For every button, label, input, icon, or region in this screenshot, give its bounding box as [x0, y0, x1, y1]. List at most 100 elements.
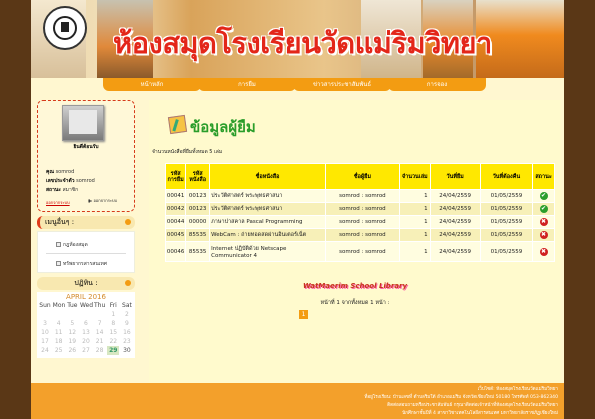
calendar-day[interactable]: 1 [107, 310, 119, 319]
cell-borrow-date: 24/04/2559 [429, 228, 481, 242]
page: ห้องสมุดโรงเรียนวัดแม่ริมวิทยา หน้าหลัก … [31, 0, 564, 419]
menu-item-resources[interactable]: ทรัพยากรสารสนเทศ [56, 260, 107, 268]
calendar-day[interactable]: 14 [94, 328, 106, 337]
calendar-day[interactable]: 25 [53, 346, 65, 355]
cell-qty: 1 [399, 228, 431, 242]
user-status-value: สมาชิก [62, 187, 79, 193]
table-row: 00045 85535 WebCam : ถ่ายทอดสดผ่านอินเตอร์… [164, 228, 555, 242]
pagination-info: หน้าที่ 1 จากทั้งหมด 1 หน้า : [320, 300, 390, 306]
calendar-day[interactable]: 8 [107, 319, 119, 328]
calendar-day[interactable]: 22 [107, 337, 119, 346]
col-title: ชื่อหนังสือ [209, 163, 326, 190]
cell-status: ✔ [532, 189, 555, 203]
table-row: 00044 00000 ภาษาปาสคาล Pascal Programming s… [164, 215, 555, 229]
table-row: 00041 00123 ประวัติศาสตร์ พระพุทธศาสนา somr… [164, 189, 555, 203]
cell-book-id: 00123 [185, 189, 211, 203]
calendar-day[interactable]: 10 [39, 328, 51, 337]
nav-home[interactable]: หน้าหลัก [103, 78, 201, 91]
calendar-day[interactable]: 20 [80, 337, 92, 346]
table-row: 00046 85535 Internet ปฏิบัติด้วย Netscape … [164, 241, 555, 262]
cell-status: ✖ [532, 228, 555, 242]
weekday-label: Sun [39, 302, 51, 309]
weekday-label: Fri [109, 302, 117, 309]
logout-icon-label: ออกจากระบบ [93, 198, 118, 203]
avatar-screen [69, 110, 97, 134]
calendar-day [94, 310, 106, 319]
col-due-date: วันที่ต้องคืน [479, 163, 534, 190]
calendar-day[interactable]: 3 [39, 319, 51, 328]
calendar-day[interactable]: 28 [94, 346, 106, 355]
cell-status: ✖ [532, 241, 555, 262]
col-borrow-date: วันที่ยืม [429, 163, 481, 190]
menu-item-rules[interactable]: กฎห้องสมุด [56, 241, 88, 249]
other-menu-title: เมนูอื่นๆ : [45, 218, 75, 226]
weekday-label: Sat [122, 302, 132, 309]
heading-dot-icon [125, 280, 131, 286]
calendar-day[interactable]: 9 [121, 319, 133, 328]
calendar-day[interactable]: 21 [94, 337, 106, 346]
calendar-day[interactable]: 19 [66, 337, 78, 346]
calendar-day[interactable]: 17 [39, 337, 51, 346]
logout-link[interactable]: ออกจากระบบ [46, 199, 70, 206]
calendar-day[interactable]: 23 [121, 337, 133, 346]
menu-item-label: กฎห้องสมุด [63, 242, 88, 248]
page-1-button[interactable]: 1 [299, 310, 308, 319]
main-content: ข้อมูลผู้ยืม จำนวนหนังสือที่ยืมทั้งหมด 5… [149, 100, 561, 385]
welcome-caption: ยินดีต้อนรับ [73, 144, 99, 150]
logout-icon[interactable]: ▮▸ ออกจากระบบ [88, 197, 117, 204]
nav-borrow[interactable]: การยืม [198, 78, 296, 91]
calendar-day[interactable]: 6 [80, 319, 92, 328]
cell-qty: 1 [399, 189, 431, 203]
cross-icon: ✖ [539, 218, 548, 226]
calendar-day[interactable]: 4 [53, 319, 65, 328]
sidebar: ยินดีต้อนรับ คุณ somrod เลขประจำตัว somr… [37, 100, 135, 358]
calendar-day[interactable]: 30 [121, 346, 133, 355]
user-id-value: somrod [76, 178, 95, 184]
calendar-day[interactable]: 18 [53, 337, 65, 346]
col-status: สถานะ [532, 163, 555, 190]
loan-table: รหัสการยืม รหัสหนังสือ ชื่อหนังสือ ชื่อผ… [164, 163, 555, 262]
calendar-day[interactable]: 16 [121, 328, 133, 337]
calendar-day[interactable]: 26 [66, 346, 78, 355]
user-id-label: เลขประจำตัว [46, 178, 75, 184]
calendar-day[interactable]: 7 [94, 319, 106, 328]
calendar-day[interactable]: 12 [66, 328, 78, 337]
table-row: 00042 00123 ประวัติศาสตร์ พระพุทธศาสนา somr… [164, 202, 555, 216]
calendar-day[interactable]: 5 [66, 319, 78, 328]
weekday-label: Tue [67, 302, 78, 309]
menu-divider [46, 253, 126, 254]
calendar-day[interactable]: 13 [80, 328, 92, 337]
calendar-weekdays: Sun Mon Tue Wed Thu Fri Sat [37, 301, 135, 310]
calendar-day[interactable]: 11 [53, 328, 65, 337]
calendar-day [80, 310, 92, 319]
school-name: ห้องสมุดโรงเรียนวัดแม่ริมวิทยา [113, 26, 492, 60]
cell-borrower: somrod : somrod [324, 241, 401, 262]
header-banner: ห้องสมุดโรงเรียนวัดแม่ริมวิทยา [31, 0, 564, 78]
folder-icon [56, 261, 61, 266]
calendar-day[interactable]: 2 [121, 310, 133, 319]
col-borrower: ชื่อผู้ยืม [324, 163, 401, 190]
col-loan-id: รหัสการยืม [164, 163, 187, 190]
cell-borrow-date: 24/04/2559 [429, 215, 481, 229]
cell-title: ประวัติศาสตร์ พระพุทธศาสนา [209, 189, 326, 203]
cell-due-date: 01/05/2559 [479, 215, 534, 229]
cell-due-date: 01/05/2559 [479, 202, 534, 216]
cell-borrower: somrod : somrod [324, 215, 401, 229]
table-header-row: รหัสการยืม รหัสหนังสือ ชื่อหนังสือ ชื่อผ… [164, 163, 555, 190]
folder-icon [56, 242, 61, 247]
cell-borrow-date: 24/04/2559 [429, 202, 481, 216]
nav-reserve[interactable]: การจอง [388, 78, 486, 91]
calendar-week: 24 25 26 27 28 29 30 [37, 346, 135, 355]
cell-borrower: somrod : somrod [324, 189, 401, 203]
calendar-day[interactable]: 24 [39, 346, 51, 355]
calendar-day[interactable]: 29 [107, 346, 120, 355]
cell-borrower: somrod : somrod [324, 228, 401, 242]
weekday-label: Wed [79, 302, 94, 309]
cell-book-id: 00123 [185, 202, 211, 216]
cell-loan-id: 00044 [164, 215, 187, 229]
weekday-label: Thu [93, 302, 106, 309]
other-menu-heading: เมนูอื่นๆ : [37, 216, 135, 229]
calendar-day[interactable]: 15 [107, 328, 119, 337]
nav-news[interactable]: ข่าวสารประชาสัมพันธ์ [293, 78, 391, 91]
calendar-day[interactable]: 27 [80, 346, 92, 355]
